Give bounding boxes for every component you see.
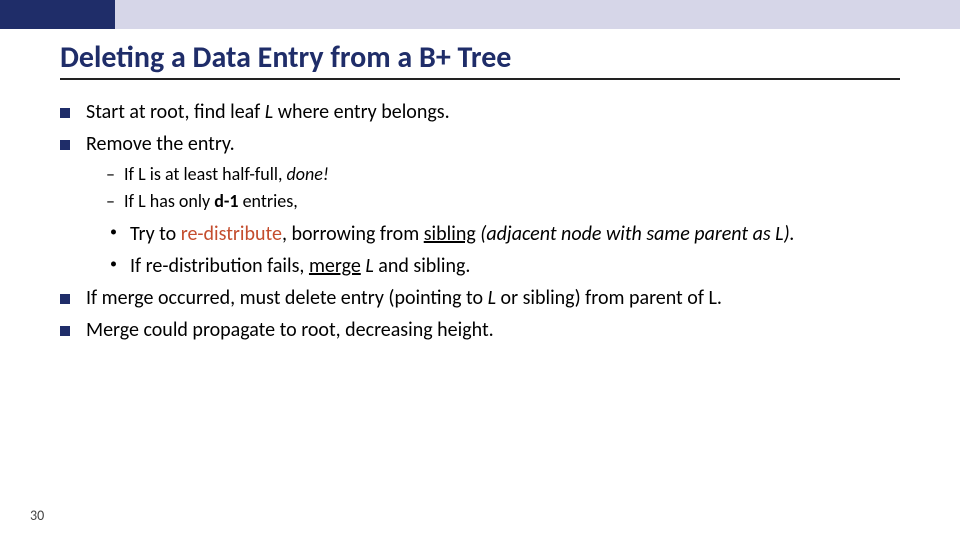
subsub-1: Try to re-distribute, borrowing from sib…: [110, 220, 900, 248]
text: and sibling.: [374, 254, 471, 278]
bullet-4: Merge could propagate to root, decreasin…: [60, 316, 900, 344]
sibling: sibling: [424, 222, 476, 246]
L-var: L: [488, 286, 496, 310]
slide-number: 30: [30, 507, 44, 524]
L-var: L: [365, 254, 373, 278]
sub-2: If L has only d-1 entries,: [106, 189, 900, 214]
L-word: L).: [775, 222, 795, 246]
bullet-list: Start at root, find leaf L where entry b…: [60, 98, 900, 344]
header-bar: [0, 0, 960, 29]
done: done!: [287, 163, 329, 185]
sub-list: If L is at least half-full, done! If L h…: [106, 162, 900, 214]
slide-body: Deleting a Data Entry from a B+ Tree Sta…: [0, 29, 960, 344]
header-accent-block: [0, 0, 115, 29]
text: Try to: [130, 222, 181, 246]
text: or sibling) from parent of L.: [496, 286, 722, 310]
d-1: d-1: [214, 190, 238, 212]
text: Remove the entry.: [86, 132, 235, 156]
bullet-1: Start at root, find leaf L where entry b…: [60, 98, 900, 126]
text: If L is at least half-full,: [124, 163, 287, 185]
text: If merge occurred, must delete entry (po…: [86, 286, 488, 310]
text: (adjacent node with same parent as: [476, 222, 775, 246]
slide-title: Deleting a Data Entry from a B+ Tree: [60, 39, 900, 80]
L-var: L: [265, 100, 273, 124]
text: If L has only: [124, 190, 214, 212]
redistribute: re-distribute: [181, 222, 282, 246]
subsub-2: If re-distribution fails, merge L and si…: [110, 252, 900, 280]
text: Merge could propagate to root, decreasin…: [86, 318, 494, 342]
text: entries,: [239, 190, 298, 212]
subsub-list: Try to re-distribute, borrowing from sib…: [110, 220, 900, 280]
sub-1: If L is at least half-full, done!: [106, 162, 900, 187]
bullet-3: If merge occurred, must delete entry (po…: [60, 284, 900, 312]
text: , borrowing from: [282, 222, 424, 246]
text: where entry belongs.: [273, 100, 449, 124]
text: If re-distribution fails,: [130, 254, 309, 278]
bullet-2: Remove the entry. If L is at least half-…: [60, 130, 900, 280]
merge: merge: [309, 254, 361, 278]
text: Start at root, find leaf: [86, 100, 265, 124]
